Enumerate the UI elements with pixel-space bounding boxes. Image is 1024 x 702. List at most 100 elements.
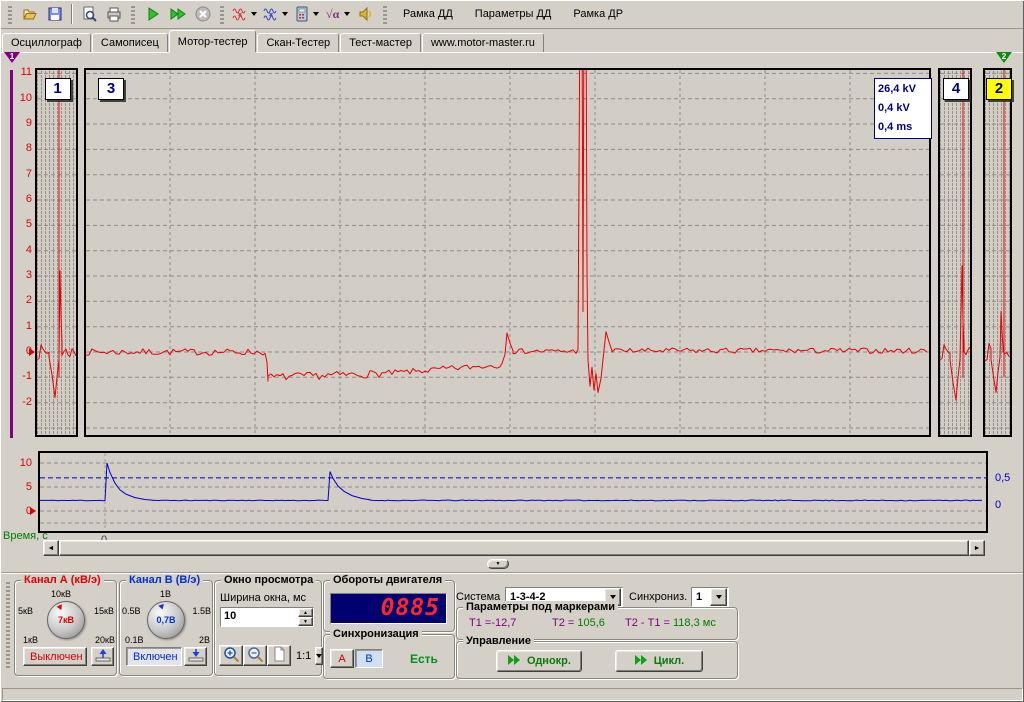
chevron-down-icon	[316, 654, 322, 658]
scope-axis-label: 8	[12, 142, 32, 154]
tab-website[interactable]: www.motor-master.ru	[422, 33, 544, 52]
channel-a-knob[interactable]: 7кВ	[47, 601, 85, 639]
panel-grip[interactable]	[6, 580, 10, 668]
sound-button[interactable]	[353, 2, 378, 26]
stop-button[interactable]	[190, 2, 215, 26]
level-up-icon	[95, 649, 111, 665]
panel-badge-2: 2	[986, 78, 1012, 100]
calculator-button[interactable]	[291, 2, 322, 26]
menu-parametry-dd[interactable]: Параметры ДД	[464, 3, 563, 25]
scope-panel-1: 1	[35, 68, 78, 437]
scope-axis-label: -1	[12, 370, 32, 382]
channel-a-power-button[interactable]: Выключен	[23, 647, 87, 666]
sync-source-label: Синхрониз.	[629, 591, 687, 603]
channel-a-level-button[interactable]	[91, 647, 114, 666]
print-preview-button[interactable]	[76, 2, 101, 26]
rpm-title: Обороты двигателя	[330, 574, 445, 586]
dropdown-caret-icon	[313, 12, 319, 16]
scope-axis-label: 1	[12, 320, 32, 332]
tab-test-master[interactable]: Тест-мастер	[340, 33, 421, 52]
zoom-out-icon	[247, 646, 264, 666]
collapse-panel-button[interactable]: ▼	[487, 559, 509, 569]
knob-a-label-left: 5кВ	[18, 606, 33, 616]
scroll-right-button[interactable]: ►	[969, 540, 985, 556]
zoom-in-button[interactable]	[219, 645, 243, 666]
channel-b-title: Канал В (В/э)	[126, 574, 203, 586]
window-width-spinbox[interactable]: 10 ▲ ▼	[220, 607, 314, 627]
knob-b-label-left: 0.5В	[122, 606, 141, 616]
window-width-label: Ширина окна, мс	[220, 592, 306, 604]
tab-motor-tester[interactable]: Мотор-тестер	[169, 30, 257, 52]
sync-status: Есть	[410, 652, 438, 666]
sound-icon	[358, 6, 374, 22]
single-run-button[interactable]: Однокр.	[496, 650, 582, 672]
timeline-chart[interactable]	[38, 451, 988, 533]
cycle-run-button[interactable]: Цикл.	[615, 650, 703, 672]
save-button[interactable]	[42, 2, 67, 26]
status-bar	[2, 688, 1023, 701]
panel-badge-4: 4	[943, 78, 969, 100]
spin-down-button[interactable]: ▼	[298, 617, 313, 626]
channel-a-group: Канал А (кВ/э) 10кВ 5кВ 15кВ 1кВ 20кВ 7к…	[14, 580, 117, 676]
channel-b-knob[interactable]: 0,7В	[147, 601, 185, 639]
level-down-icon	[188, 649, 204, 665]
window-width-value[interactable]: 10	[221, 608, 298, 626]
new-view-button[interactable]	[267, 645, 291, 666]
spin-up-button[interactable]: ▲	[298, 608, 313, 617]
start-button[interactable]	[140, 2, 165, 26]
zoom-in-icon	[223, 646, 240, 666]
knob-b-label-right: 1.5В	[192, 606, 211, 616]
calc-icon	[294, 6, 310, 22]
sync-title: Синхронизация	[330, 628, 422, 640]
channel-b-power-button[interactable]: Включен	[126, 647, 182, 666]
print-button[interactable]	[101, 2, 126, 26]
panel-badge-3: 3	[98, 78, 124, 100]
scope-panel-4: 4	[938, 68, 972, 437]
knob-b-label-bottom-left: 0.1В	[125, 635, 144, 645]
scroll-thumb[interactable]	[59, 540, 969, 556]
toolbar-grip[interactable]	[8, 4, 12, 24]
channel-b-level-button[interactable]	[184, 647, 207, 666]
scroll-left-button[interactable]: ◄	[43, 540, 59, 556]
channel-b-mode-button[interactable]	[260, 2, 291, 26]
toolbar-grip[interactable]	[383, 4, 387, 24]
scope-axis-label: 4	[12, 244, 32, 256]
sync-b-button[interactable]: В	[355, 649, 383, 668]
scope-axis-label: 11	[12, 66, 32, 78]
preview-icon	[81, 6, 97, 22]
math-functions-button[interactable]: √α	[322, 2, 353, 26]
menu-ramka-dr[interactable]: Рамка ДР	[562, 3, 634, 25]
readout-line: 0,4 ms	[878, 118, 928, 137]
rpm-group: Обороты двигателя 0885	[323, 580, 455, 632]
start-cycle-button[interactable]	[165, 2, 190, 26]
scope-panel-2: 2	[983, 68, 1012, 437]
toolbar-grip[interactable]	[131, 4, 135, 24]
combo-arrow-button[interactable]	[710, 588, 727, 606]
wave-red-icon	[232, 6, 248, 22]
view-window-group: Окно просмотра Ширина окна, мс 10 ▲ ▼ 1:…	[214, 580, 322, 676]
scale-combo[interactable]: 1:1	[292, 646, 318, 666]
scope-axis-label: 7	[12, 168, 32, 180]
channel-a-mode-button[interactable]	[229, 2, 260, 26]
tab-oscillograph[interactable]: Осциллограф	[2, 33, 91, 52]
tab-scan-tester[interactable]: Скан-Тестер	[257, 33, 339, 52]
scope-axis-label: -2	[12, 396, 32, 408]
sync-a-button[interactable]: А	[330, 649, 354, 668]
arrow-left-icon: ◄	[48, 545, 55, 552]
cursor-readout: 26,4 kV0,4 kV0,4 ms	[874, 78, 932, 139]
tab-recorder[interactable]: Самописец	[92, 33, 168, 52]
panel-badge-1: 1	[45, 78, 71, 100]
toolbar-grip[interactable]	[220, 4, 224, 24]
sync-source-combo[interactable]: 1	[691, 587, 729, 607]
zoom-out-button[interactable]	[243, 645, 267, 666]
menu-ramka-dd[interactable]: Рамка ДД	[392, 3, 464, 25]
open-icon	[22, 6, 38, 22]
t2-readout: Т2 = 105,6	[552, 617, 605, 629]
timeline-scrollbar[interactable]: ◄ ►	[43, 540, 985, 556]
channel-a-title: Канал А (кВ/э)	[21, 574, 104, 586]
open-button[interactable]	[17, 2, 42, 26]
page-icon	[271, 646, 287, 665]
knob-a-label-top: 10кВ	[51, 589, 71, 599]
wave-blue-icon	[263, 6, 279, 22]
timeline-zero-arrow	[30, 507, 36, 515]
